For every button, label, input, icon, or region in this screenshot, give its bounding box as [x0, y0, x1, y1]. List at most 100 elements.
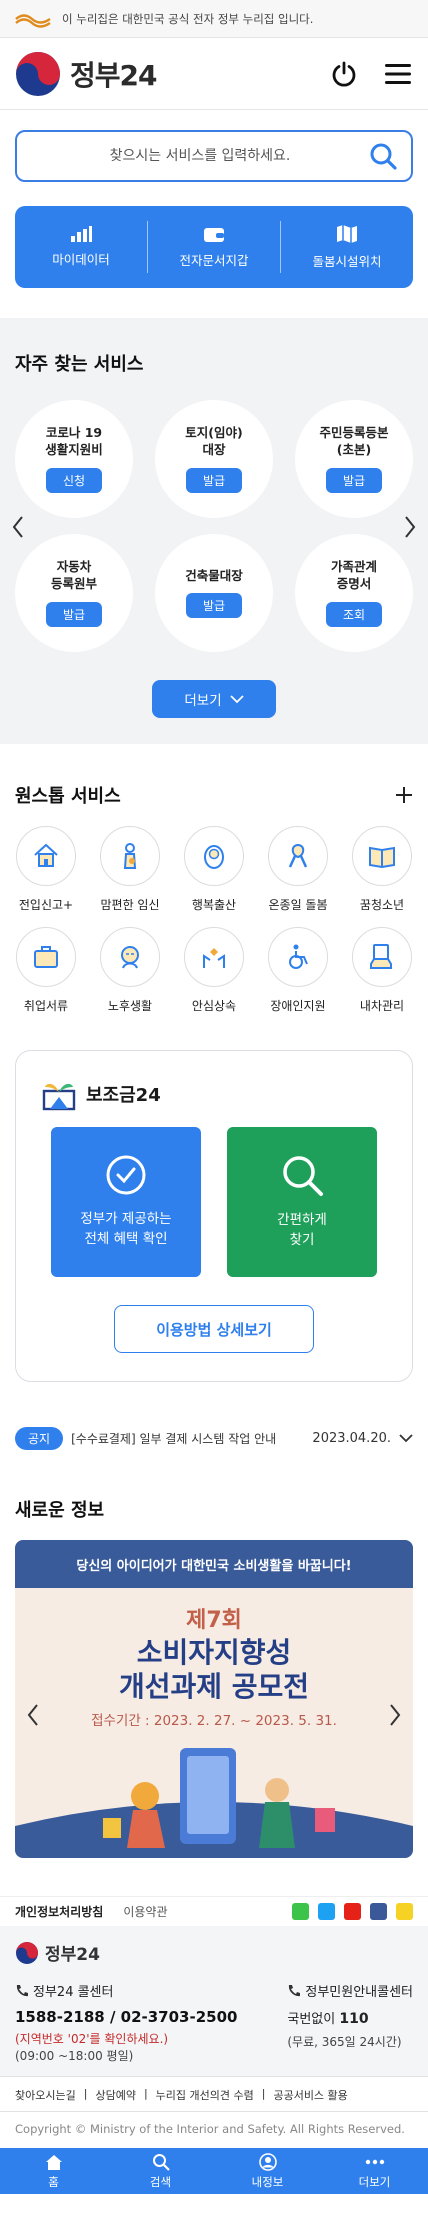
tab-home[interactable]: 홈 [0, 2148, 107, 2194]
info-center-hours: (무료, 365일 24시간) [287, 2035, 402, 2049]
quick-menu: 마이데이터 전자문서지갑 돌봄시설위치 [15, 206, 413, 288]
footer-link[interactable]: 상담예약 [95, 2087, 135, 2103]
book-icon [369, 846, 395, 869]
wheelchair-icon [289, 944, 308, 969]
service-action-button[interactable]: 발급 [186, 467, 242, 493]
quick-care-map[interactable]: 돌봄시설위치 [281, 221, 413, 273]
service-action-button[interactable]: 조회 [326, 601, 382, 627]
section-title: 원스톱 서비스 [15, 786, 121, 807]
onestop-label: 취업서류 [23, 999, 69, 1013]
wallet-icon [204, 228, 224, 242]
service-card[interactable]: 주민등록등본 (초본) 발급 [295, 400, 413, 518]
promo-banner[interactable]: 당신의 아이디어가 대한민국 소비생활을 바꿉니다! 제7회 소비자지향성 개선… [15, 1540, 413, 1858]
youtube-icon[interactable] [344, 1903, 361, 1920]
onestop-item[interactable]: 노후생활 [99, 927, 161, 1014]
banner-next-button[interactable] [385, 1700, 405, 1730]
ribbon-icon [288, 843, 308, 868]
info-center-title: 정부민원안내콜센터 [305, 1985, 413, 2000]
notice-date: 2023.04.20. [312, 1430, 391, 1446]
onestop-label: 꿈청소년 [359, 898, 405, 912]
site-logo[interactable]: 정부24 [14, 50, 157, 98]
more-button[interactable]: 더보기 [152, 680, 276, 718]
service-card[interactable]: 자동차 등록원부 발급 [15, 534, 133, 652]
kakao-icon[interactable] [292, 1903, 309, 1920]
plus-icon[interactable] [395, 786, 413, 804]
footer-link[interactable]: 공공서비스 활용 [273, 2087, 347, 2103]
service-action-button[interactable]: 신청 [46, 467, 102, 493]
service-card[interactable]: 건축물대장 발급 [155, 534, 273, 652]
tab-more[interactable]: 더보기 [321, 2148, 428, 2194]
subsidy-logo-icon [42, 1083, 76, 1111]
tab-search[interactable]: 검색 [107, 2148, 214, 2194]
onestop-item[interactable]: 행복출산 [183, 826, 245, 913]
service-action-button[interactable]: 발급 [326, 467, 382, 493]
carousel-next-button[interactable] [401, 512, 419, 542]
tab-my-info[interactable]: 내정보 [214, 2148, 321, 2194]
quick-label: 돌봄시설위치 [312, 254, 382, 269]
info-center-prefix: 국번없이 [287, 2012, 336, 2027]
onestop-item[interactable]: 맘편한 임신 [99, 826, 161, 913]
chevron-down-icon[interactable] [399, 1433, 413, 1443]
notice-text[interactable]: [수수료결제] 일부 결제 시스템 작업 안내 [71, 1430, 304, 1447]
footer-link[interactable]: 누리집 개선의견 수렴 [156, 2087, 254, 2103]
service-action-button[interactable]: 발급 [46, 601, 102, 627]
banner-prev-button[interactable] [23, 1700, 43, 1730]
service-card[interactable]: 토지(임야) 대장 발급 [155, 400, 273, 518]
service-action-button[interactable]: 발급 [186, 593, 242, 619]
taegeuk-logo-icon [16, 1941, 38, 1964]
info-center-number[interactable]: 110 [339, 2011, 368, 2027]
facebook-icon[interactable] [370, 1903, 387, 1920]
service-card[interactable]: 가족관계 증명서 조회 [295, 534, 413, 652]
more-icon [365, 2159, 384, 2164]
area-code-note: (지역번호 '02'를 확인하세요.) [15, 2032, 169, 2046]
onestop-item[interactable]: 내차관리 [351, 927, 413, 1014]
onestop-item[interactable]: 온종일 돌봄 [267, 826, 329, 913]
terms-link[interactable]: 이용약관 [123, 1903, 167, 1920]
footer-link[interactable]: 찾아오시는길 [15, 2087, 76, 2103]
call-center-numbers[interactable]: 1588-2188 / 02-3703-2500 [15, 2008, 237, 2026]
quick-wallet[interactable]: 전자문서지갑 [148, 221, 281, 273]
onestop-label: 맘편한 임신 [100, 898, 160, 912]
subsidy24-panel: 보조금24 정부가 제공하는 전체 혜택 확인 간편하게 찾기 이용방법 상세보… [15, 1050, 413, 1382]
power-button[interactable] [328, 58, 360, 90]
twitter-icon[interactable] [318, 1903, 335, 1920]
baby-icon [204, 845, 224, 869]
carousel-prev-button[interactable] [9, 512, 27, 542]
notice-bar[interactable]: 공지 [수수료결제] 일부 결제 시스템 작업 안내 2023.04.20. [15, 1426, 413, 1450]
section-divider [0, 318, 428, 336]
frequent-services: 자주 찾는 서비스 코로나 19 생활지원비 신청 토지(임야) 대장 발급 주… [0, 336, 428, 744]
service-card[interactable]: 코로나 19 생활지원비 신청 [15, 400, 133, 518]
onestop-label: 전입신고+ [18, 898, 74, 912]
quick-label: 마이데이터 [52, 252, 110, 267]
search-icon[interactable] [369, 142, 397, 170]
chart-icon [71, 226, 92, 242]
view-all-benefits-button[interactable]: 정부가 제공하는 전체 혜택 확인 [51, 1127, 201, 1277]
usage-guide-button[interactable]: 이용방법 상세보기 [114, 1305, 314, 1353]
official-site-banner: 이 누리집은 대한민국 공식 전자 정부 누리집 입니다. [0, 0, 428, 38]
power-icon [332, 61, 356, 87]
chevron-right-icon [390, 1704, 401, 1726]
elder-icon [121, 946, 139, 969]
kakao-story-icon[interactable] [396, 1903, 413, 1920]
onestop-item[interactable]: 전입신고+ [15, 826, 77, 913]
onestop-label: 행복출산 [191, 898, 237, 912]
hamburger-icon [385, 63, 411, 84]
quick-find-button[interactable]: 간편하게 찾기 [227, 1127, 377, 1277]
check-circle-icon [106, 1155, 146, 1195]
more-label: 더보기 [184, 693, 222, 709]
search-input[interactable] [31, 148, 369, 164]
subsidy-title: 보조금24 [86, 1085, 161, 1106]
service-name: 자동차 등록원부 [50, 559, 97, 591]
onestop-item[interactable]: 취업서류 [15, 927, 77, 1014]
footer-link-bar: 찾아오시는길 | 상담예약 | 누리집 개선의견 수렴 | 공공서비스 활용 [0, 2076, 428, 2111]
quick-mydata[interactable]: 마이데이터 [15, 221, 148, 273]
banner-headline: 당신의 아이디어가 대한민국 소비생활을 바꿉니다! [15, 1540, 413, 1588]
onestop-item[interactable]: 안심상속 [183, 927, 245, 1014]
footer-logo: 정부24 [15, 1940, 413, 1965]
pregnancy-icon [123, 843, 137, 869]
menu-button[interactable] [382, 58, 414, 90]
onestop-item[interactable]: 꿈청소년 [351, 826, 413, 913]
site-logo-text: 정부24 [70, 58, 157, 92]
onestop-item[interactable]: 장애인지원 [267, 927, 329, 1014]
privacy-policy-link[interactable]: 개인정보처리방침 [15, 1903, 103, 1920]
